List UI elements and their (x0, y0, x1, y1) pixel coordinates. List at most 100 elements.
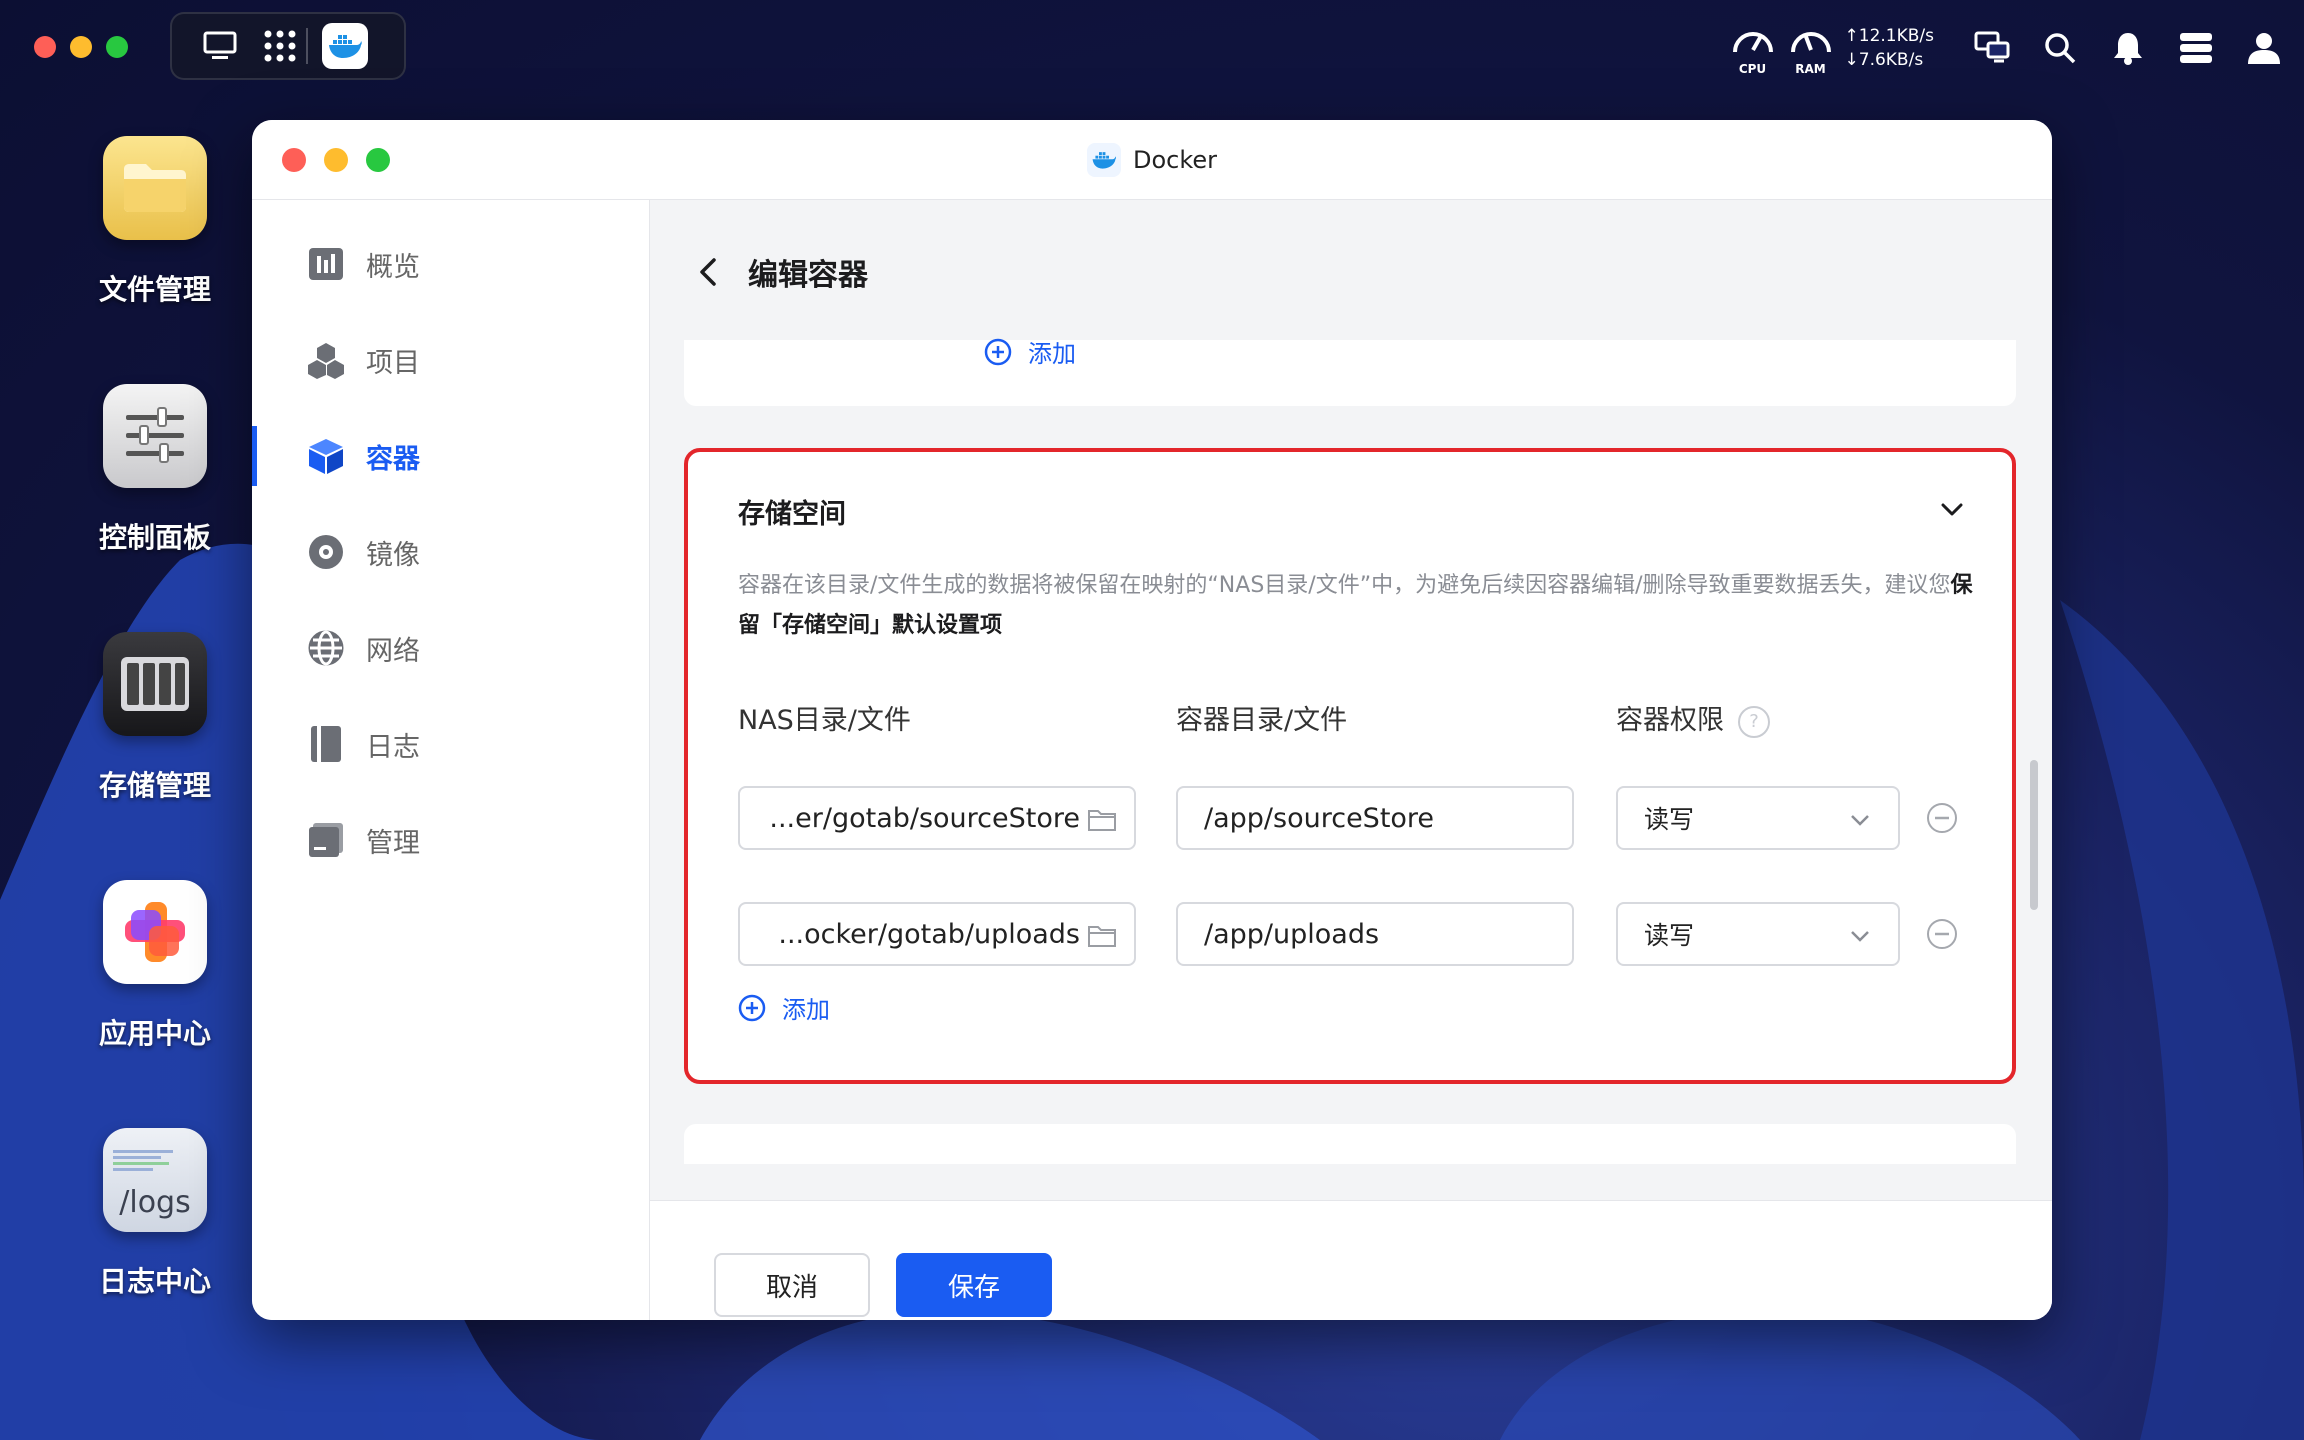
ram-meter[interactable]: RAM (1787, 20, 1835, 76)
search-icon[interactable] (2040, 28, 2080, 68)
sidebar-item-label: 网络 (366, 635, 420, 667)
ram-label: RAM (1795, 62, 1826, 76)
download-arrow-icon: ↓ (1844, 50, 1859, 70)
globe-icon (306, 628, 346, 668)
logs-icon: /logs (103, 1128, 207, 1232)
overview-icon (306, 244, 346, 284)
nas-path-field[interactable]: ...ocker/gotab/uploads (738, 902, 1136, 966)
content-scrollbar[interactable] (2030, 760, 2038, 910)
desktop-label: 存储管理 (98, 769, 211, 802)
close-dot[interactable] (34, 36, 56, 58)
sidebar-item-label: 镜像 (366, 539, 420, 571)
sidebar-item-network[interactable]: 网络 (252, 600, 649, 696)
maximize-dot[interactable] (106, 36, 128, 58)
task-list-icon[interactable] (2176, 28, 2216, 68)
plus-circle-icon (984, 338, 1012, 365)
container-path-field[interactable]: /app/uploads (1176, 902, 1574, 966)
sidebar-item-label: 容器 (366, 443, 420, 475)
image-icon (306, 532, 346, 572)
window-title: Docker (1132, 146, 1218, 174)
container-path-value: /app/sourceStore (1204, 802, 1435, 834)
previous-section-card: 添加 (684, 338, 2016, 406)
sidebar-item-project[interactable]: 项目 (252, 312, 649, 408)
sidebar-item-label: 管理 (366, 827, 420, 859)
upload-speed: 12.1KB/s (1858, 26, 1934, 46)
sidebar-item-image[interactable]: 镜像 (252, 504, 649, 600)
prev-add-button[interactable]: 添加 (984, 334, 1076, 369)
desktop-item-app-center[interactable]: 应用中心 (80, 880, 230, 1052)
desktop-label: 控制面板 (98, 521, 211, 554)
sidebar-item-container[interactable]: 容器 (252, 408, 649, 504)
chevron-down-icon (1851, 815, 1869, 826)
network-speed: ↑12.1KB/s ↓7.6KB/s (1845, 24, 1935, 72)
permission-select[interactable]: 读写 (1616, 786, 1900, 850)
desktop-item-log-center[interactable]: /logs 日志中心 (80, 1128, 230, 1300)
desktop-label: 日志中心 (98, 1265, 211, 1298)
cpu-label: CPU (1738, 62, 1767, 76)
permission-value: 读写 (1644, 921, 1695, 950)
chevron-down-icon (1851, 931, 1869, 942)
log-book-icon (306, 724, 346, 764)
sidebar-item-manage[interactable]: 管理 (252, 792, 649, 888)
window-maximize-button[interactable] (366, 148, 390, 172)
desktop-item-storage-manager[interactable]: 存储管理 (80, 632, 230, 804)
folder-browse-icon (1088, 810, 1116, 831)
window-controls (282, 148, 390, 172)
storage-description-text: 容器在该目录/文件生成的数据将被保留在映射的“NAS目录/文件”中，为避免后续因… (738, 573, 1951, 598)
remove-row-icon[interactable] (1926, 918, 1958, 950)
add-volume-button[interactable]: 添加 (738, 990, 830, 1025)
cancel-button[interactable]: 取消 (714, 1253, 870, 1317)
column-header-nas: NAS目录/文件 (738, 705, 911, 736)
page-title: 编辑容器 (748, 258, 868, 293)
cpu-meter[interactable]: CPU (1729, 20, 1777, 76)
sliders-icon (103, 384, 207, 488)
minimize-dot[interactable] (70, 36, 92, 58)
storage-icon (103, 632, 207, 736)
chevron-down-icon (1941, 503, 1963, 516)
add-volume-label: 添加 (782, 996, 830, 1024)
window-minimize-button[interactable] (324, 148, 348, 172)
sidebar-item-overview[interactable]: 概览 (252, 216, 649, 312)
app-center-icon (103, 880, 207, 984)
sidebar-item-label: 日志 (366, 731, 420, 763)
manage-icon (306, 820, 346, 860)
desktop-item-file-manager[interactable]: 文件管理 (80, 136, 230, 308)
save-button[interactable]: 保存 (896, 1253, 1052, 1317)
desktop-icon[interactable] (200, 26, 240, 66)
notification-bell-icon[interactable] (2108, 28, 2148, 68)
nas-path-field[interactable]: ...er/gotab/sourceStore (738, 786, 1136, 850)
storage-section-card: 存储空间 容器在该目录/文件生成的数据将被保留在映射的“NAS目录/文件”中，为… (684, 448, 2016, 1084)
page-header: 编辑容器 (690, 250, 868, 294)
window-close-button[interactable] (282, 148, 306, 172)
volume-row: ...er/gotab/sourceStore /app/sourceStore… (738, 786, 1978, 850)
chevron-left-icon (700, 258, 716, 286)
app-grid-icon[interactable] (260, 26, 300, 66)
desktop-label: 应用中心 (98, 1017, 211, 1050)
back-button[interactable] (690, 254, 726, 290)
form-footer: 取消 保存 (650, 1200, 2052, 1320)
desktop-item-control-panel[interactable]: 控制面板 (80, 384, 230, 556)
sidebar-item-log[interactable]: 日志 (252, 696, 649, 792)
project-icon (306, 340, 346, 380)
sidebar-item-label: 项目 (366, 347, 420, 379)
folder-browse-icon (1088, 926, 1116, 947)
remote-screen-icon[interactable] (1972, 28, 2012, 68)
user-avatar-icon[interactable] (2244, 28, 2284, 68)
sidebar-item-label: 概览 (366, 251, 420, 283)
nas-path-value: ...er/gotab/sourceStore (769, 802, 1080, 834)
upload-arrow-icon: ↑ (1844, 26, 1859, 46)
sidebar: 概览 项目 容器 镜像 网络 日志 管理 (252, 200, 650, 1320)
remove-row-icon[interactable] (1926, 802, 1958, 834)
volume-row: ...ocker/gotab/uploads /app/uploads 读写 (738, 902, 1978, 966)
docker-app-icon[interactable] (322, 23, 368, 69)
docker-logo-icon (1086, 143, 1121, 177)
prev-add-label: 添加 (1028, 340, 1076, 368)
help-icon[interactable]: ? (1738, 705, 1770, 738)
container-path-field[interactable]: /app/sourceStore (1176, 786, 1574, 850)
docker-window: Docker 概览 项目 容器 镜像 网络 日志 管理 编辑容器 添加 存储空间… (252, 120, 2052, 1320)
permission-select[interactable]: 读写 (1616, 902, 1900, 966)
collapse-button[interactable] (1936, 494, 1968, 526)
folder-icon (103, 136, 207, 240)
column-header-permission-group: 容器权限? (1616, 698, 1770, 738)
permission-value: 读写 (1644, 805, 1695, 834)
